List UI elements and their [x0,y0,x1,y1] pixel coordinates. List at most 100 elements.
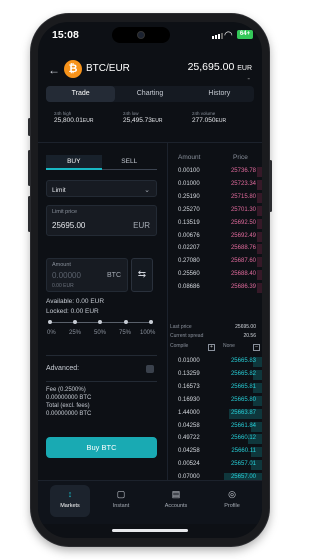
bid-row[interactable]: 0.01000 25665.83 [168,356,262,368]
last-price-label: Last price [170,324,192,330]
order-amount: 0.00524 [178,461,200,468]
nav-instant[interactable]: ▢ Instant [101,485,141,517]
buy-tab[interactable]: BUY [46,155,102,170]
limit-price-field[interactable]: Limit price 25695.00 EUR [46,205,157,236]
nav-accounts[interactable]: ▤ Accounts [156,485,196,517]
ask-row[interactable]: 0.01000 25723.34 [168,179,262,191]
profile-icon: ◎ [228,489,236,499]
plus-icon[interactable]: + [208,344,215,351]
depth-bar [257,179,262,190]
pair-title[interactable]: BTC/EUR [86,63,130,74]
ask-row[interactable]: 0.25270 25701.30 [168,205,262,217]
slider-label: 75% [119,330,132,336]
depth-bar [257,283,262,294]
compile-value[interactable]: None [223,343,235,349]
divider [46,381,157,382]
ask-row[interactable]: 0.00100 25736.78 [168,166,262,178]
order-amount: 0.13519 [178,219,200,226]
order-book-amount-header: Amount [178,154,201,161]
ask-row[interactable]: 0.13519 25692.50 [168,218,262,230]
nav-profile[interactable]: ◎ Profile [212,485,252,517]
amount-slider-stop[interactable] [73,320,77,324]
status-bar: 15:08 ◠ 64+ [38,22,262,48]
order-price: 25665.81 [230,383,256,390]
ask-row[interactable]: 0.27080 25687.60 [168,256,262,268]
current-price: 25,695.00 EUR [188,61,252,73]
app-screen: 15:08 ◠ 64+ ← ₿ BTC/EUR 25,695.00 EUR - … [38,22,262,538]
section-divider [38,142,262,143]
order-amount: 1.44000 [178,409,200,416]
amount-input[interactable]: 0.00000 [52,271,81,280]
depth-bar [257,270,262,281]
bid-row[interactable]: 0.00524 25657.01 [168,459,262,471]
order-amount: 0.16573 [178,383,200,390]
order-price: 25665.82 [230,370,256,377]
volume-down-button [28,196,31,232]
amount-slider-stop[interactable] [98,320,102,324]
order-book-price-header: Price [233,154,248,161]
order-price: 25692.49 [230,232,256,239]
order-price: 25661.84 [230,422,256,429]
tab-charting[interactable]: Charting [115,86,184,102]
depth-bar [257,257,262,268]
wifi-icon: ◠ [224,30,233,41]
limit-price-input[interactable]: 25695.00 [52,221,85,230]
sell-tab[interactable]: SELL [101,155,157,170]
fee-value: 0.00000000 BTC [46,395,92,401]
bid-row[interactable]: 0.04258 25661.84 [168,421,262,433]
ask-row[interactable]: 0.08686 25686.39 [168,282,262,294]
compile-label: Compile [170,343,189,349]
fee-label: Fee (0.2500%) [46,387,86,393]
stat-24h-high: 24h high 25,800.01EUR [54,111,93,124]
order-price: 25687.60 [230,258,256,265]
amount-slider-stop[interactable] [149,320,153,324]
order-price: 25657.01 [230,461,256,468]
order-price: 25692.50 [230,219,256,226]
status-time: 15:08 [52,29,79,41]
ask-row[interactable]: 0.25190 25715.80 [168,192,262,204]
order-price: 25715.80 [230,193,256,200]
bid-row[interactable]: 0.16573 25665.81 [168,382,262,394]
tab-trade[interactable]: Trade [46,86,116,102]
order-price: 25701.30 [230,206,256,213]
signal-icon [212,33,223,39]
instant-icon: ▢ [116,489,126,499]
bid-row[interactable]: 0.49722 25660.12 [168,433,262,445]
order-type-select[interactable]: Limit ⌄ [46,180,157,197]
depth-bar [257,167,262,177]
buy-btc-button[interactable]: Buy BTC [46,437,157,458]
ask-row[interactable]: 0.00676 25692.49 [168,231,262,243]
nav-markets[interactable]: ↕ Markets [50,485,90,517]
current-price-value: 25,695.00 [187,61,235,73]
stat-value: 25,800.01EUR [54,117,94,124]
bid-row[interactable]: 0.13259 25665.82 [168,369,262,381]
spread-value: 20.56 [243,333,256,339]
order-amount: 0.27080 [178,258,200,265]
ask-row[interactable]: 0.25560 25688.40 [168,269,262,281]
tab-history[interactable]: History [185,86,254,102]
order-amount: 0.04258 [178,448,200,455]
swap-currency-icon[interactable]: ⇆ [131,258,153,292]
amount-field[interactable]: Amount 0.00000 0.00 EUR BTC [46,258,128,292]
order-amount: 0.25270 [178,206,200,213]
stat-24h-low: 24h low 25,495.73EUR [123,111,162,124]
advanced-checkbox[interactable] [146,365,154,373]
ask-row[interactable]: 0.02207 25688.76 [168,243,262,255]
depth-bar [257,218,262,229]
nav-label: Profile [224,503,240,509]
amount-slider-stop[interactable] [124,320,128,324]
bid-row[interactable]: 0.16930 25665.80 [168,395,262,407]
bid-row[interactable]: 0.04258 25660.11 [168,446,262,458]
minus-icon[interactable]: – [253,344,260,351]
order-amount: 0.04258 [178,422,200,429]
limit-price-label: Limit price [52,209,78,215]
slider-label: 25% [69,330,82,336]
order-amount: 0.02207 [178,245,200,252]
current-price-unit: EUR [237,65,252,72]
amount-slider-stop[interactable] [48,320,52,324]
amount-unit: BTC [107,272,121,279]
depth-bar [257,231,262,242]
back-arrow-icon[interactable]: ← [48,63,60,77]
bid-row[interactable]: 1.44000 25663.87 [168,408,262,420]
locked-balance: Locked: 0.00 EUR [46,308,99,315]
